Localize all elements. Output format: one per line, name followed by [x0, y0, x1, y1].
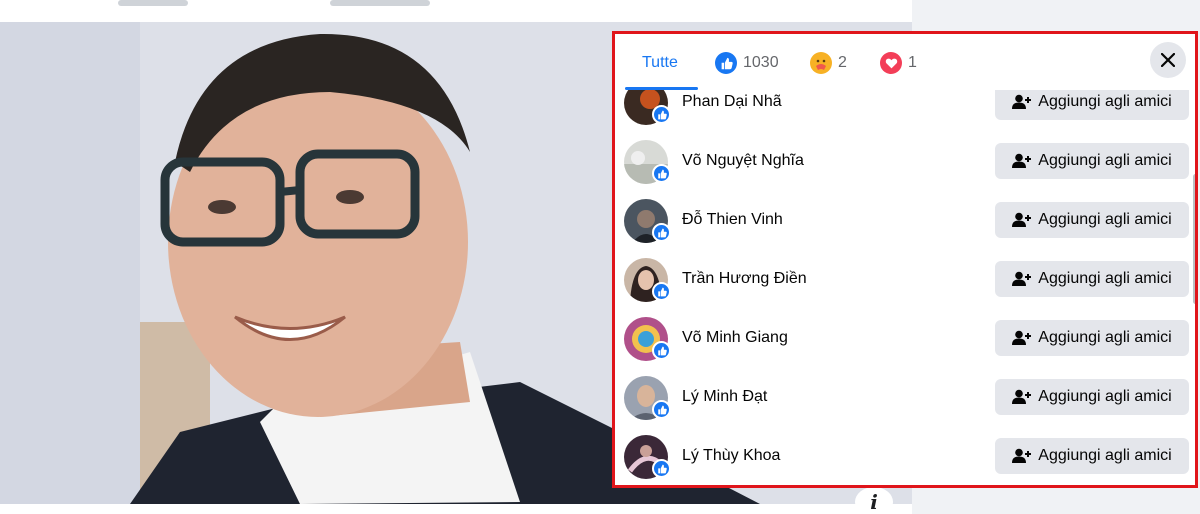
list-item: Võ Minh Giang Aggiungi agli amici [615, 310, 1191, 369]
tab-all[interactable]: Tutte [642, 44, 678, 82]
add-friend-icon [1012, 94, 1032, 109]
close-button[interactable] [1150, 42, 1186, 78]
like-badge-icon [652, 459, 671, 478]
reactions-tab-bar: Tutte 1030 2 1 [615, 34, 1195, 90]
post-header-text-fragment [330, 0, 430, 6]
add-friend-button[interactable]: Aggiungi agli amici [995, 320, 1189, 356]
like-badge-icon [652, 223, 671, 242]
tab-love-count: 1 [908, 54, 917, 71]
like-badge-icon [652, 400, 671, 419]
add-friend-button[interactable]: Aggiungi agli amici [995, 143, 1189, 179]
add-friend-button[interactable]: Aggiungi agli amici [995, 261, 1189, 297]
post-header-text-fragment [118, 0, 188, 6]
add-friend-icon [1012, 212, 1032, 227]
post-footer-strip [0, 504, 912, 514]
like-badge-icon [652, 164, 671, 183]
close-icon [1161, 53, 1175, 67]
add-friend-button[interactable]: Aggiungi agli amici [995, 90, 1189, 120]
care-reaction-icon [810, 52, 832, 74]
add-friend-label: Aggiungi agli amici [1038, 270, 1172, 287]
person-name[interactable]: Lý Minh Đạt [682, 388, 767, 406]
like-badge-icon [652, 282, 671, 301]
add-friend-label: Aggiungi agli amici [1038, 93, 1172, 110]
list-scrollbar[interactable] [1193, 174, 1195, 304]
love-reaction-icon [880, 52, 902, 74]
person-name[interactable]: Trần Hương Điền [682, 270, 807, 288]
tab-like-count: 1030 [743, 54, 779, 71]
tab-like[interactable]: 1030 [715, 44, 779, 82]
add-friend-icon [1012, 389, 1032, 404]
tab-care-count: 2 [838, 54, 847, 71]
list-item: Lý Minh Đạt Aggiungi agli amici [615, 369, 1191, 428]
reactions-dialog: Tutte 1030 2 1 Phan Dại Nhã Aggiungi agl… [612, 31, 1198, 488]
person-name[interactable]: Đỗ Thien Vinh [682, 211, 783, 229]
info-icon: i [870, 490, 878, 514]
add-friend-label: Aggiungi agli amici [1038, 329, 1172, 346]
add-friend-label: Aggiungi agli amici [1038, 447, 1172, 464]
add-friend-label: Aggiungi agli amici [1038, 152, 1172, 169]
like-badge-icon [652, 341, 671, 360]
post-header-strip [0, 0, 912, 22]
add-friend-icon [1012, 153, 1032, 168]
add-friend-icon [1012, 330, 1032, 345]
add-friend-label: Aggiungi agli amici [1038, 388, 1172, 405]
list-item: Đỗ Thien Vinh Aggiungi agli amici [615, 192, 1191, 251]
tab-all-label: Tutte [642, 54, 678, 71]
list-item: Võ Nguyệt Nghĩa Aggiungi agli amici [615, 133, 1191, 192]
list-item: Trần Hương Điền Aggiungi agli amici [615, 251, 1191, 310]
screen: i Tutte 1030 2 1 Phan Dại Nhã Aggiungi a… [0, 0, 1200, 514]
reactions-list[interactable]: Phan Dại Nhã Aggiungi agli amici Võ Nguy… [615, 90, 1191, 485]
list-item: Lý Thùy Khoa Aggiungi agli amici [615, 428, 1191, 485]
add-friend-button[interactable]: Aggiungi agli amici [995, 202, 1189, 238]
add-friend-label: Aggiungi agli amici [1038, 211, 1172, 228]
list-item: Phan Dại Nhã Aggiungi agli amici [615, 90, 1191, 133]
photo-info-button[interactable]: i [855, 487, 893, 514]
add-friend-button[interactable]: Aggiungi agli amici [995, 438, 1189, 474]
tab-care[interactable]: 2 [810, 44, 847, 82]
person-name[interactable]: Lý Thùy Khoa [682, 447, 780, 465]
like-badge-icon [652, 105, 671, 124]
add-friend-icon [1012, 448, 1032, 463]
add-friend-icon [1012, 271, 1032, 286]
person-name[interactable]: Võ Minh Giang [682, 329, 788, 347]
person-name[interactable]: Võ Nguyệt Nghĩa [682, 152, 804, 170]
person-name[interactable]: Phan Dại Nhã [682, 93, 782, 111]
like-reaction-icon [715, 52, 737, 74]
tab-love[interactable]: 1 [880, 44, 917, 82]
add-friend-button[interactable]: Aggiungi agli amici [995, 379, 1189, 415]
